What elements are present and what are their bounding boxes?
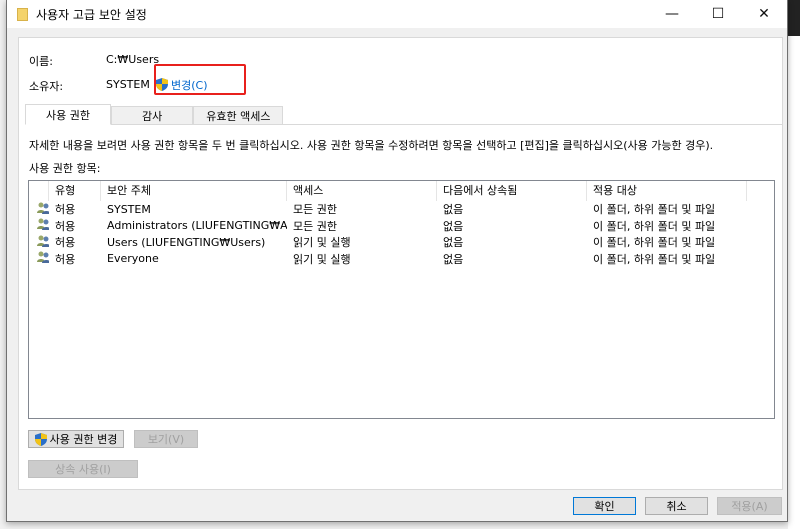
cell-applies-to: 이 폴더, 하위 폴더 및 파일 xyxy=(593,252,716,266)
enable-inheritance-button[interactable]: 상속 사용(I) xyxy=(28,460,138,478)
column-type[interactable]: 유형 xyxy=(49,181,101,201)
view-button[interactable]: 보기(V) xyxy=(134,430,198,448)
close-button[interactable]: ✕ xyxy=(741,0,787,28)
name-label: 이름: xyxy=(29,55,53,68)
cell-access: 읽기 및 실행 xyxy=(293,252,351,266)
highlight-box xyxy=(154,64,246,95)
cell-access: 모든 권한 xyxy=(293,203,337,217)
background-window xyxy=(788,0,800,529)
table-row[interactable]: 허용 Administrators (LIUFENGTING₩Ad... 모든 권한… xyxy=(29,218,774,235)
tab-permissions[interactable]: 사용 권한 xyxy=(25,104,111,125)
entries-label: 사용 권한 항목: xyxy=(29,162,101,175)
cell-access: 모든 권한 xyxy=(293,219,337,233)
cell-applies-to: 이 폴더, 하위 폴더 및 파일 xyxy=(593,203,716,217)
cell-principal: Everyone xyxy=(107,252,159,266)
cell-principal: Administrators (LIUFENGTING₩Ad... xyxy=(107,219,287,233)
cell-inherited-from: 없음 xyxy=(443,252,464,266)
table-row[interactable]: 허용 SYSTEM 모든 권한 없음 이 폴더, 하위 폴더 및 파일 xyxy=(29,201,774,218)
owner-label: 소유자: xyxy=(29,80,64,93)
cell-applies-to: 이 폴더, 하위 폴더 및 파일 xyxy=(593,219,716,233)
tab-auditing[interactable]: 감사 xyxy=(110,106,194,125)
column-inherited-from[interactable]: 다음에서 상속됨 xyxy=(437,181,587,201)
cell-access: 읽기 및 실행 xyxy=(293,236,351,250)
folder-icon xyxy=(17,7,28,21)
column-access[interactable]: 액세스 xyxy=(287,181,437,201)
apply-button[interactable]: 적용(A) xyxy=(717,497,782,515)
cell-inherited-from: 없음 xyxy=(443,236,464,250)
cancel-button[interactable]: 취소 xyxy=(645,497,708,515)
tab-effective-access[interactable]: 유효한 액세스 xyxy=(193,106,284,125)
cell-applies-to: 이 폴더, 하위 폴더 및 파일 xyxy=(593,236,716,250)
minimize-button[interactable]: — xyxy=(649,0,695,28)
change-permissions-button[interactable]: 사용 권한 변경 xyxy=(28,430,124,448)
table-row[interactable]: 허용 Everyone 읽기 및 실행 없음 이 폴더, 하위 폴더 및 파일 xyxy=(29,251,774,268)
ok-button[interactable]: 확인 xyxy=(573,497,636,515)
column-principal[interactable]: 보안 주체 xyxy=(101,181,287,201)
users-icon xyxy=(37,251,49,264)
column-applies-to[interactable]: 적용 대상 xyxy=(587,181,747,201)
cell-inherited-from: 없음 xyxy=(443,203,464,217)
cell-type: 허용 xyxy=(55,236,76,250)
cell-type: 허용 xyxy=(55,203,76,217)
users-icon xyxy=(37,218,49,231)
maximize-button[interactable]: ☐ xyxy=(695,0,741,28)
users-icon xyxy=(37,235,49,247)
list-header: 유형 보안 주체 액세스 다음에서 상속됨 적용 대상 xyxy=(29,181,774,201)
table-row[interactable]: 허용 Users (LIUFENGTING₩Users) 읽기 및 실행 없음 이 폴더… xyxy=(29,234,774,251)
cell-inherited-from: 없음 xyxy=(443,219,464,233)
users-icon xyxy=(37,202,49,214)
title-bar: 사용자 고급 보안 설정 — ☐ ✕ xyxy=(7,0,787,28)
cell-principal: Users (LIUFENGTING₩Users) xyxy=(107,235,266,249)
name-value: C:₩Users xyxy=(106,53,160,66)
uac-shield-icon xyxy=(34,432,47,446)
window-title: 사용자 고급 보안 설정 xyxy=(36,7,147,22)
permission-entries-list[interactable]: 유형 보안 주체 액세스 다음에서 상속됨 적용 대상 허용 SYSTEM 모든 권… xyxy=(28,180,775,419)
advanced-security-dialog: 사용자 고급 보안 설정 — ☐ ✕ 이름: C:₩Users 소유자: SYS… xyxy=(6,0,788,522)
cell-type: 허용 xyxy=(55,252,76,266)
description-text: 자세한 내용을 보려면 사용 권한 항목을 두 번 클릭하십시오. 사용 권한 … xyxy=(29,139,714,152)
content-panel: 이름: C:₩Users 소유자: SYSTEM 변경(C) 사용 권한 감사 … xyxy=(18,37,783,490)
owner-value: SYSTEM xyxy=(106,78,150,91)
cell-type: 허용 xyxy=(55,219,76,233)
cell-principal: SYSTEM xyxy=(107,202,151,216)
